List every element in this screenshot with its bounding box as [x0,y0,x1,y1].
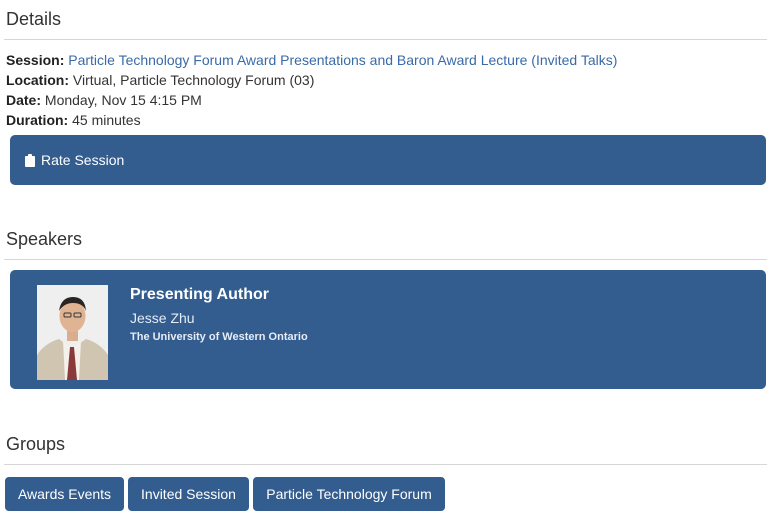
location-row: Location: Virtual, Particle Technology F… [6,71,314,89]
speakers-divider [4,259,767,260]
rate-session-label: Rate Session [41,152,125,168]
duration-label: Duration: [6,112,69,128]
date-row: Date: Monday, Nov 15 4:15 PM [6,91,202,109]
date-value: Monday, Nov 15 4:15 PM [44,92,202,108]
speaker-name: Jesse Zhu [130,310,195,326]
location-label: Location: [6,72,69,88]
location-value: Virtual, Particle Technology Forum (03) [72,72,315,88]
duration-value: 45 minutes [72,112,141,128]
group-particle-technology-forum[interactable]: Particle Technology Forum [253,477,445,511]
speaker-organization: The University of Western Ontario [130,331,308,343]
date-label: Date: [6,92,42,108]
rate-session-button[interactable]: Rate Session [10,135,766,185]
details-divider [4,39,767,40]
group-awards-events[interactable]: Awards Events [5,477,124,511]
group-invited-session[interactable]: Invited Session [128,477,249,511]
groups-divider [4,464,767,465]
session-row: Session: Particle Technology Forum Award… [6,51,617,69]
session-link[interactable]: Particle Technology Forum Award Presenta… [68,52,617,68]
session-label: Session: [6,52,65,68]
details-heading: Details [6,9,62,29]
speaker-card[interactable]: Presenting Author Jesse Zhu The Universi… [10,270,766,389]
duration-row: Duration: 45 minutes [6,111,141,129]
speakers-heading: Speakers [6,229,83,249]
speaker-role: Presenting Author [130,286,269,303]
groups-heading: Groups [6,434,66,454]
speaker-photo [37,285,108,380]
clipboard-icon [25,153,35,167]
